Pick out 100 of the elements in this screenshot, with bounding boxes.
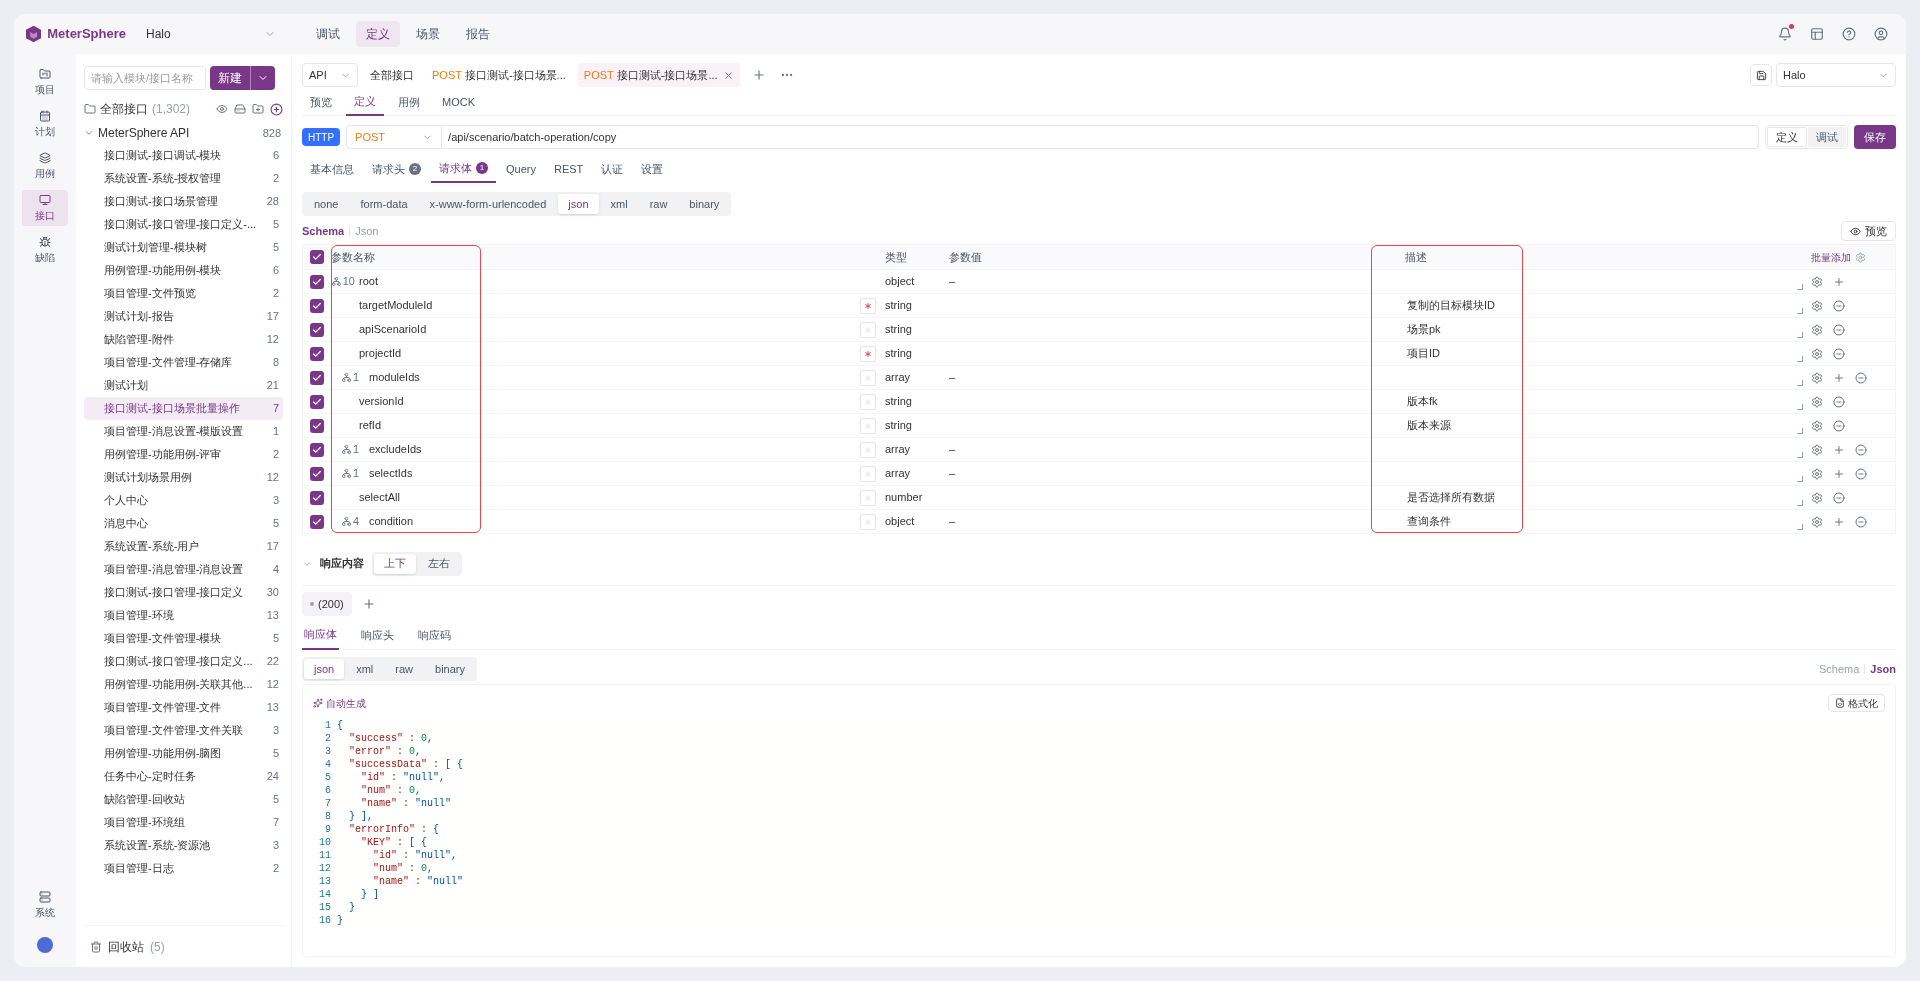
child-count[interactable]: 1 — [341, 441, 365, 458]
response-tab[interactable]: 响应体 — [302, 621, 339, 650]
side-nav-item[interactable]: 用例 — [22, 148, 68, 184]
view-toggle[interactable]: Schema — [302, 222, 345, 240]
remove-icon[interactable] — [1833, 323, 1845, 336]
required-toggle[interactable] — [860, 513, 876, 530]
tree-item[interactable]: 测试计划 21 — [84, 374, 283, 397]
segment-option[interactable]: raw — [385, 659, 424, 679]
url-field[interactable]: /api/scenario/batch-operation/copy — [442, 125, 1759, 149]
request-tab[interactable]: 请求体 1 — [431, 155, 496, 183]
tree-item[interactable]: 系统设置-系统-资源池 3 — [84, 834, 283, 857]
tree-item[interactable]: 项目管理-环境组 7 — [84, 811, 283, 834]
tree-item[interactable]: 项目管理-文件管理-文件关联 3 — [84, 719, 283, 742]
api-tab[interactable]: POST 接口测试-接口场景... — [426, 63, 572, 87]
remove-icon[interactable] — [1855, 443, 1867, 456]
sub-tab[interactable]: 预览 — [302, 89, 340, 116]
tree-root-label[interactable]: 全部接口 — [100, 100, 148, 118]
checkbox[interactable] — [310, 418, 324, 433]
mode-toggle[interactable]: 定义 — [1767, 127, 1807, 147]
resize-handle-icon[interactable] — [1797, 499, 1803, 506]
checkbox[interactable] — [310, 250, 324, 264]
checkbox[interactable] — [310, 370, 324, 385]
checkbox[interactable] — [310, 322, 324, 337]
remove-icon[interactable] — [1855, 515, 1867, 528]
remove-icon[interactable] — [1855, 371, 1867, 384]
new-button[interactable]: 新建 — [210, 66, 275, 90]
tree-item[interactable]: 项目管理-环境 13 — [84, 604, 283, 627]
nav-tab[interactable]: 报告 — [456, 21, 500, 47]
tree-item[interactable]: 项目管理-消息管理-消息设置 4 — [84, 558, 283, 581]
param-name[interactable]: selectIds — [369, 465, 413, 482]
tree-item[interactable]: 缺陷管理-回收站 5 — [84, 788, 283, 811]
settings-icon[interactable] — [1811, 347, 1823, 360]
sub-tab[interactable]: 定义 — [346, 89, 384, 116]
checkbox[interactable] — [310, 274, 324, 289]
tree-item[interactable]: 任务中心-定时任务 24 — [84, 765, 283, 788]
side-nav-item[interactable]: 系统 — [22, 887, 68, 923]
request-tab[interactable]: 认证 — [593, 155, 632, 183]
required-toggle[interactable] — [860, 465, 876, 482]
segment-option[interactable]: json — [304, 659, 345, 679]
segment-option[interactable]: form-data — [350, 194, 418, 214]
settings-icon[interactable] — [1811, 371, 1823, 384]
segment-option[interactable]: xml — [600, 194, 638, 214]
tree-item[interactable]: 项目管理-日志 2 — [84, 857, 283, 880]
side-nav-item[interactable]: 接口 — [22, 190, 68, 226]
resize-handle-icon[interactable] — [1797, 523, 1803, 530]
tree-group[interactable]: MeterSphere API 828 — [84, 122, 283, 144]
user-icon[interactable] — [1874, 27, 1888, 41]
help-icon[interactable] — [1842, 27, 1856, 41]
tree-item[interactable]: 项目管理-消息设置-模版设置 1 — [84, 420, 283, 443]
child-count[interactable]: 1 — [341, 369, 365, 386]
nav-tab[interactable]: 定义 — [356, 21, 400, 47]
side-nav-item[interactable]: 项目 — [22, 64, 68, 100]
segment-option[interactable]: binary — [679, 194, 730, 214]
bell-icon[interactable] — [1778, 27, 1792, 41]
project-select[interactable]: Halo — [146, 25, 276, 43]
tree-item[interactable]: 系统设置-系统-用户 17 — [84, 535, 283, 558]
close-icon[interactable] — [722, 69, 734, 81]
remove-icon[interactable] — [1833, 299, 1845, 312]
tree-item[interactable]: 接口测试-接口管理-接口定义 30 — [84, 581, 283, 604]
response-tab[interactable]: 响应码 — [416, 621, 453, 650]
tree-item[interactable]: 项目管理-文件预览 2 — [84, 282, 283, 305]
new-label[interactable]: 新建 — [210, 69, 250, 87]
remove-icon[interactable] — [1833, 419, 1845, 432]
tree-item[interactable]: 系统设置-系统-授权管理 2 — [84, 167, 283, 190]
settings-icon[interactable] — [1811, 491, 1823, 504]
resize-handle-icon[interactable] — [1797, 451, 1803, 458]
preview-button[interactable]: 预览 — [1841, 221, 1896, 241]
avatar-icon[interactable] — [37, 937, 53, 953]
param-name[interactable]: versionId — [359, 393, 404, 410]
settings-icon[interactable] — [1811, 323, 1823, 336]
batch-add-link[interactable]: 批量添加 — [1811, 249, 1851, 265]
child-count[interactable]: 4 — [341, 513, 365, 530]
search-field[interactable]: 请输入模块/接口名称 — [84, 66, 206, 90]
tree-item[interactable]: 接口测试-接口场景批量操作 7 — [84, 397, 283, 420]
tree-item[interactable]: 用例管理-功能用例-评审 2 — [84, 443, 283, 466]
param-name[interactable]: selectAll — [359, 489, 400, 506]
segment-option[interactable]: xml — [346, 659, 384, 679]
tree-item[interactable]: 接口测试-接口场景管理 28 — [84, 190, 283, 213]
param-name[interactable]: projectId — [359, 345, 402, 362]
sub-tab[interactable]: MOCK — [434, 89, 483, 116]
param-name[interactable]: condition — [369, 513, 414, 530]
segment-option[interactable]: none — [304, 194, 349, 214]
request-tab[interactable]: 请求头 2 — [364, 155, 429, 183]
param-name[interactable]: refId — [359, 417, 381, 434]
drive-icon[interactable] — [234, 103, 246, 115]
side-nav-item[interactable]: 缺陷 — [22, 232, 68, 268]
segment-option[interactable]: raw — [639, 194, 678, 214]
required-toggle[interactable] — [860, 393, 876, 410]
environment-icon-button[interactable] — [1750, 64, 1772, 86]
child-count[interactable]: 1 — [341, 465, 365, 482]
segment-option[interactable]: x-www-form-urlencoded — [419, 194, 557, 214]
tree-item[interactable]: 缺陷管理-附件 12 — [84, 328, 283, 351]
remove-icon[interactable] — [1833, 491, 1845, 504]
status-tab[interactable]: (200) — [302, 592, 352, 616]
param-name[interactable]: targetModuleId — [359, 297, 433, 314]
environment-select[interactable]: Halo — [1776, 63, 1896, 87]
eye-icon[interactable] — [216, 103, 228, 115]
view-toggle[interactable]: Json — [1870, 660, 1896, 678]
settings-icon[interactable] — [1811, 395, 1823, 408]
resize-handle-icon[interactable] — [1797, 307, 1803, 314]
